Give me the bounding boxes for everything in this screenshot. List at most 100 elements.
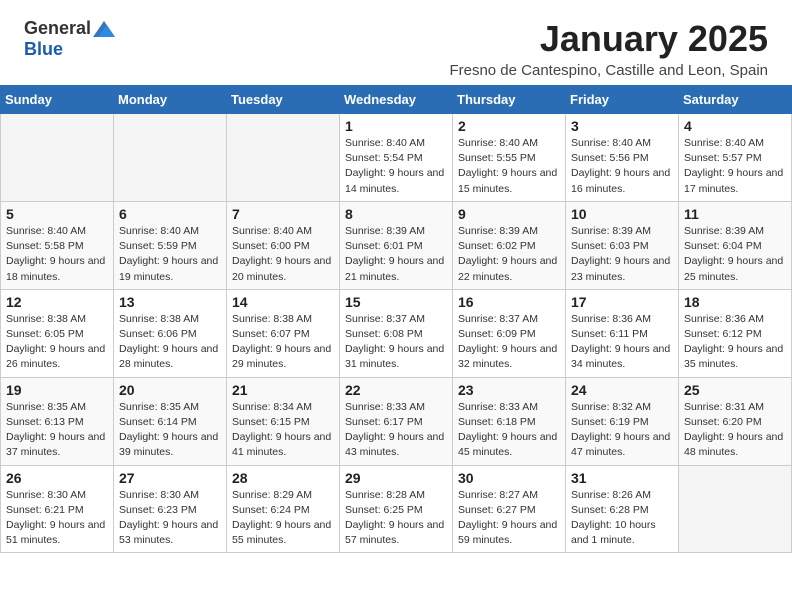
calendar-day-cell: 22 Sunrise: 8:33 AM Sunset: 6:17 PM Dayli… (340, 377, 453, 465)
day-info: Sunrise: 8:33 AM Sunset: 6:17 PM Dayligh… (345, 400, 447, 461)
calendar-day-cell: 19 Sunrise: 8:35 AM Sunset: 6:13 PM Dayli… (1, 377, 114, 465)
calendar-day-cell: 30Sunrise: 8:27 AM Sunset: 6:27 PM Dayli… (453, 465, 566, 553)
day-info: Sunrise: 8:31 AM Sunset: 6:20 PM Dayligh… (684, 400, 786, 461)
day-info: Sunrise: 8:40 AM Sunset: 5:59 PM Dayligh… (119, 224, 221, 285)
day-info: Sunrise: 8:39 AM Sunset: 6:04 PM Dayligh… (684, 224, 786, 285)
day-info: Sunrise: 8:40 AM Sunset: 6:00 PM Dayligh… (232, 224, 334, 285)
day-number: 26 (6, 470, 108, 486)
calendar-day-cell: 10 Sunrise: 8:39 AM Sunset: 6:03 PM Dayli… (566, 201, 679, 289)
calendar-day-cell: 8 Sunrise: 8:39 AM Sunset: 6:01 PM Daylig… (340, 201, 453, 289)
calendar-day-cell: 9Sunrise: 8:39 AM Sunset: 6:02 PM Daylig… (453, 201, 566, 289)
location-title: Fresno de Cantespino, Castille and Leon,… (449, 62, 768, 79)
day-info: Sunrise: 8:39 AM Sunset: 6:01 PM Dayligh… (345, 224, 447, 285)
calendar-day-cell: 31 Sunrise: 8:26 AM Sunset: 6:28 PM Dayli… (566, 465, 679, 553)
day-info: Sunrise: 8:29 AM Sunset: 6:24 PM Dayligh… (232, 488, 334, 549)
day-number: 21 (232, 382, 334, 398)
day-number: 31 (571, 470, 673, 486)
calendar-day-cell: 24 Sunrise: 8:32 AM Sunset: 6:19 PM Dayli… (566, 377, 679, 465)
day-number: 7 (232, 206, 334, 222)
day-info: Sunrise: 8:35 AM Sunset: 6:13 PM Dayligh… (6, 400, 108, 461)
calendar-day-cell: 14 Sunrise: 8:38 AM Sunset: 6:07 PM Dayli… (227, 289, 340, 377)
day-number: 8 (345, 206, 447, 222)
day-number: 27 (119, 470, 221, 486)
calendar-day-cell (1, 114, 114, 202)
day-number: 22 (345, 382, 447, 398)
calendar-day-cell: 12 Sunrise: 8:38 AM Sunset: 6:05 PM Dayli… (1, 289, 114, 377)
day-number: 29 (345, 470, 447, 486)
weekday-header-cell: Sunday (1, 86, 114, 114)
calendar-day-cell: 3Sunrise: 8:40 AM Sunset: 5:56 PM Daylig… (566, 114, 679, 202)
calendar-day-cell: 29 Sunrise: 8:28 AM Sunset: 6:25 PM Dayli… (340, 465, 453, 553)
day-number: 14 (232, 294, 334, 310)
day-info: Sunrise: 8:37 AM Sunset: 6:09 PM Dayligh… (458, 312, 560, 373)
month-title: January 2025 (449, 18, 768, 60)
calendar-week-row: 19 Sunrise: 8:35 AM Sunset: 6:13 PM Dayli… (1, 377, 792, 465)
day-number: 2 (458, 118, 560, 134)
day-number: 15 (345, 294, 447, 310)
calendar-day-cell: 26Sunrise: 8:30 AM Sunset: 6:21 PM Dayli… (1, 465, 114, 553)
weekday-header-row: SundayMondayTuesdayWednesdayThursdayFrid… (1, 86, 792, 114)
calendar-day-cell (679, 465, 792, 553)
calendar-day-cell: 4Sunrise: 8:40 AM Sunset: 5:57 PM Daylig… (679, 114, 792, 202)
day-info: Sunrise: 8:28 AM Sunset: 6:25 PM Dayligh… (345, 488, 447, 549)
calendar-day-cell: 7 Sunrise: 8:40 AM Sunset: 6:00 PM Daylig… (227, 201, 340, 289)
day-number: 28 (232, 470, 334, 486)
calendar-day-cell: 15 Sunrise: 8:37 AM Sunset: 6:08 PM Dayli… (340, 289, 453, 377)
day-number: 6 (119, 206, 221, 222)
day-number: 19 (6, 382, 108, 398)
day-info: Sunrise: 8:37 AM Sunset: 6:08 PM Dayligh… (345, 312, 447, 373)
logo-icon (93, 21, 115, 37)
day-info: Sunrise: 8:40 AM Sunset: 5:54 PM Dayligh… (345, 136, 447, 197)
day-info: Sunrise: 8:26 AM Sunset: 6:28 PM Dayligh… (571, 488, 673, 549)
calendar-day-cell: 16 Sunrise: 8:37 AM Sunset: 6:09 PM Dayli… (453, 289, 566, 377)
calendar-day-cell (227, 114, 340, 202)
day-info: Sunrise: 8:34 AM Sunset: 6:15 PM Dayligh… (232, 400, 334, 461)
calendar-day-cell: 11 Sunrise: 8:39 AM Sunset: 6:04 PM Dayli… (679, 201, 792, 289)
day-number: 12 (6, 294, 108, 310)
calendar-day-cell: 13Sunrise: 8:38 AM Sunset: 6:06 PM Dayli… (114, 289, 227, 377)
calendar-day-cell: 18 Sunrise: 8:36 AM Sunset: 6:12 PM Dayli… (679, 289, 792, 377)
calendar-day-cell: 6 Sunrise: 8:40 AM Sunset: 5:59 PM Daylig… (114, 201, 227, 289)
calendar-week-row: 12 Sunrise: 8:38 AM Sunset: 6:05 PM Dayli… (1, 289, 792, 377)
day-info: Sunrise: 8:39 AM Sunset: 6:03 PM Dayligh… (571, 224, 673, 285)
calendar-day-cell: 20Sunrise: 8:35 AM Sunset: 6:14 PM Dayli… (114, 377, 227, 465)
day-number: 13 (119, 294, 221, 310)
day-info: Sunrise: 8:32 AM Sunset: 6:19 PM Dayligh… (571, 400, 673, 461)
calendar-day-cell: 27 Sunrise: 8:30 AM Sunset: 6:23 PM Dayli… (114, 465, 227, 553)
weekday-header-cell: Tuesday (227, 86, 340, 114)
calendar-body: 1Sunrise: 8:40 AM Sunset: 5:54 PM Daylig… (1, 114, 792, 553)
logo: General Blue (24, 18, 115, 60)
logo-general-text: General (24, 18, 91, 39)
day-number: 11 (684, 206, 786, 222)
day-info: Sunrise: 8:35 AM Sunset: 6:14 PM Dayligh… (119, 400, 221, 461)
day-info: Sunrise: 8:30 AM Sunset: 6:23 PM Dayligh… (119, 488, 221, 549)
day-info: Sunrise: 8:38 AM Sunset: 6:07 PM Dayligh… (232, 312, 334, 373)
day-info: Sunrise: 8:40 AM Sunset: 5:55 PM Dayligh… (458, 136, 560, 197)
weekday-header-cell: Friday (566, 86, 679, 114)
calendar-week-row: 5Sunrise: 8:40 AM Sunset: 5:58 PM Daylig… (1, 201, 792, 289)
title-block: January 2025 Fresno de Cantespino, Casti… (449, 18, 768, 79)
day-number: 25 (684, 382, 786, 398)
calendar-day-cell (114, 114, 227, 202)
calendar-week-row: 1Sunrise: 8:40 AM Sunset: 5:54 PM Daylig… (1, 114, 792, 202)
day-number: 18 (684, 294, 786, 310)
page-header: General Blue January 2025 Fresno de Cant… (0, 0, 792, 85)
calendar-day-cell: 21 Sunrise: 8:34 AM Sunset: 6:15 PM Dayli… (227, 377, 340, 465)
day-number: 24 (571, 382, 673, 398)
calendar-day-cell: 28 Sunrise: 8:29 AM Sunset: 6:24 PM Dayli… (227, 465, 340, 553)
weekday-header-cell: Saturday (679, 86, 792, 114)
calendar-table: SundayMondayTuesdayWednesdayThursdayFrid… (0, 85, 792, 553)
calendar-day-cell: 5Sunrise: 8:40 AM Sunset: 5:58 PM Daylig… (1, 201, 114, 289)
day-info: Sunrise: 8:36 AM Sunset: 6:12 PM Dayligh… (684, 312, 786, 373)
day-number: 23 (458, 382, 560, 398)
day-number: 9 (458, 206, 560, 222)
calendar-day-cell: 1Sunrise: 8:40 AM Sunset: 5:54 PM Daylig… (340, 114, 453, 202)
day-number: 16 (458, 294, 560, 310)
day-number: 5 (6, 206, 108, 222)
calendar-day-cell: 17Sunrise: 8:36 AM Sunset: 6:11 PM Dayli… (566, 289, 679, 377)
calendar-day-cell: 25 Sunrise: 8:31 AM Sunset: 6:20 PM Dayli… (679, 377, 792, 465)
calendar-day-cell: 2 Sunrise: 8:40 AM Sunset: 5:55 PM Daylig… (453, 114, 566, 202)
day-info: Sunrise: 8:38 AM Sunset: 6:05 PM Dayligh… (6, 312, 108, 373)
weekday-header-cell: Wednesday (340, 86, 453, 114)
day-number: 10 (571, 206, 673, 222)
